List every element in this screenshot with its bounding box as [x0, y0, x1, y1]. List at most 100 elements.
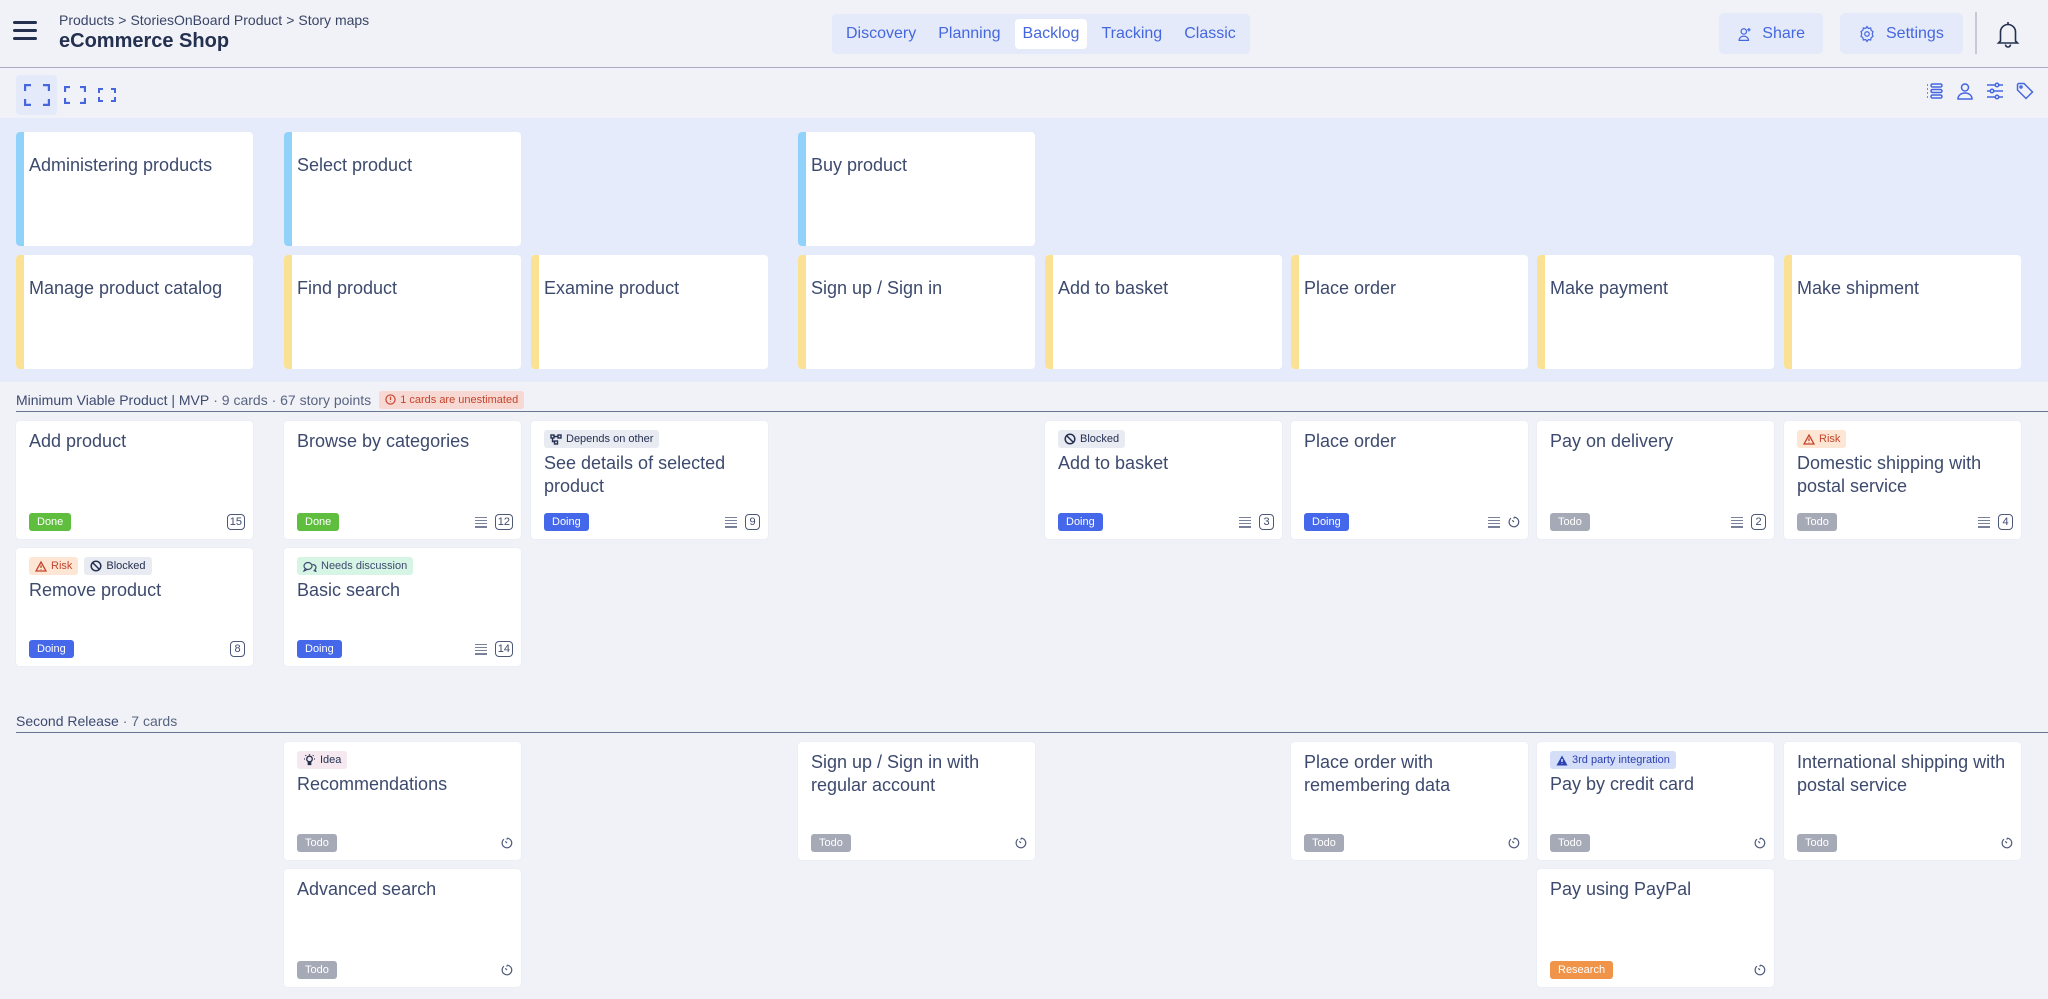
- story-card[interactable]: Risk Blocked Remove product Doing 8: [16, 548, 253, 666]
- hamburger-menu-icon[interactable]: [13, 21, 37, 43]
- tab-classic[interactable]: Classic: [1176, 19, 1244, 49]
- estimate-timer-icon[interactable]: [1508, 837, 1520, 849]
- lightbulb-icon: [303, 754, 316, 766]
- view-options: [1926, 82, 2034, 100]
- breadcrumb-product[interactable]: StoriesOnBoard Product: [130, 12, 282, 28]
- breadcrumb-products[interactable]: Products: [59, 12, 114, 28]
- story-points[interactable]: 12: [494, 514, 513, 530]
- story-points[interactable]: 4: [1998, 514, 2013, 530]
- status-badge[interactable]: Doing: [1058, 513, 1103, 531]
- bell-icon[interactable]: [1995, 20, 2021, 48]
- story-card[interactable]: Sign up / Sign in with regular account To…: [798, 742, 1035, 860]
- step-title: Manage product catalog: [29, 278, 223, 298]
- story-card[interactable]: Advanced search Todo: [284, 869, 521, 987]
- step-card[interactable]: Find product: [284, 255, 521, 369]
- story-card[interactable]: Risk Domestic shipping with postal servic…: [1784, 421, 2021, 539]
- status-badge[interactable]: Research: [1550, 961, 1614, 979]
- person-icon[interactable]: [1956, 82, 1974, 100]
- card-footer-icons: 12: [474, 513, 513, 531]
- status-badge[interactable]: Todo: [1304, 834, 1344, 852]
- story-card[interactable]: Place order with remembering data Todo: [1291, 742, 1528, 860]
- tab-planning[interactable]: Planning: [930, 19, 1008, 49]
- tag-idea[interactable]: Idea: [297, 751, 348, 769]
- status-badge[interactable]: Todo: [1797, 834, 1837, 852]
- status-badge[interactable]: Doing: [29, 640, 74, 658]
- story-points[interactable]: 2: [1751, 514, 1766, 530]
- step-card[interactable]: Make shipment: [1784, 255, 2021, 369]
- card-title: International shipping with postal servi…: [1797, 752, 2006, 795]
- story-points[interactable]: 9: [745, 514, 760, 530]
- story-card[interactable]: International shipping with postal servi…: [1784, 742, 2021, 860]
- status-badge[interactable]: Todo: [1797, 513, 1837, 531]
- estimate-timer-icon[interactable]: [2001, 837, 2013, 849]
- estimate-timer-icon[interactable]: [1508, 516, 1520, 528]
- estimate-timer-icon[interactable]: [501, 964, 513, 976]
- tab-discovery[interactable]: Discovery: [838, 19, 924, 49]
- status-badge[interactable]: Todo: [297, 834, 337, 852]
- sliders-icon[interactable]: [1986, 82, 2004, 100]
- zoom-medium-button[interactable]: [60, 75, 90, 115]
- release-meta: · 9 cards · 67 story points: [213, 391, 372, 408]
- story-card[interactable]: Place order Doing: [1291, 421, 1528, 539]
- story-card[interactable]: 3rd party integration Pay by credit card T…: [1537, 742, 1774, 860]
- tag-risk[interactable]: Risk: [29, 557, 79, 575]
- tag-label: Needs discussion: [321, 560, 408, 572]
- release-header[interactable]: Second Release · 7 cards: [16, 709, 2048, 733]
- step-card[interactable]: Place order: [1291, 255, 1528, 369]
- tag-risk[interactable]: Risk: [1797, 430, 1847, 448]
- story-card[interactable]: Depends on other See details of selected …: [531, 421, 768, 539]
- story-points[interactable]: 14: [494, 641, 513, 657]
- tag-disc[interactable]: Needs discussion: [297, 557, 414, 575]
- tab-backlog[interactable]: Backlog: [1014, 19, 1088, 49]
- status-badge[interactable]: Done: [29, 513, 72, 531]
- story-card[interactable]: Blocked Add to basket Doing 3: [1045, 421, 1282, 539]
- tag-icon[interactable]: [2016, 82, 2034, 100]
- story-points[interactable]: 8: [230, 641, 245, 657]
- estimate-timer-icon[interactable]: [501, 837, 513, 849]
- tag-third[interactable]: 3rd party integration: [1550, 751, 1676, 769]
- activity-card[interactable]: Select product: [284, 132, 521, 246]
- step-card[interactable]: Sign up / Sign in: [798, 255, 1035, 369]
- card-tags: Idea: [297, 751, 348, 769]
- card-footer-icons: 9: [725, 513, 760, 531]
- story-card[interactable]: Pay on delivery Todo 2: [1537, 421, 1774, 539]
- estimate-timer-icon[interactable]: [1754, 964, 1766, 976]
- story-card[interactable]: Pay using PayPal Research: [1537, 869, 1774, 987]
- activity-card[interactable]: Buy product: [798, 132, 1035, 246]
- card-title: Place order: [1304, 431, 1397, 451]
- status-badge[interactable]: Todo: [811, 834, 851, 852]
- release-header[interactable]: Minimum Viable Product | MVP · 9 cards · …: [16, 388, 2048, 412]
- card-footer-icons: 2: [1731, 513, 1766, 531]
- settings-button[interactable]: Settings: [1840, 13, 1963, 54]
- status-badge[interactable]: Doing: [1304, 513, 1349, 531]
- tag-blocked[interactable]: Blocked: [84, 557, 152, 575]
- status-badge[interactable]: Todo: [1550, 834, 1590, 852]
- status-badge[interactable]: Doing: [297, 640, 342, 658]
- estimate-timer-icon[interactable]: [1015, 837, 1027, 849]
- breadcrumb-story-maps[interactable]: Story maps: [298, 12, 369, 28]
- step-card[interactable]: Examine product: [531, 255, 768, 369]
- header-divider: [1975, 12, 1977, 54]
- zoom-large-button[interactable]: [16, 75, 57, 115]
- share-button[interactable]: Share: [1719, 13, 1823, 54]
- story-points[interactable]: 15: [226, 514, 245, 530]
- story-card[interactable]: Browse by categories Done 12: [284, 421, 521, 539]
- activity-card[interactable]: Administering products: [16, 132, 253, 246]
- list-view-icon[interactable]: [1926, 82, 1944, 100]
- story-card[interactable]: Add product Done 15: [16, 421, 253, 539]
- tab-tracking[interactable]: Tracking: [1093, 19, 1170, 49]
- tag-blocked[interactable]: Blocked: [1058, 430, 1126, 448]
- status-badge[interactable]: Done: [297, 513, 340, 531]
- estimate-timer-icon[interactable]: [1754, 837, 1766, 849]
- status-badge[interactable]: Todo: [1550, 513, 1590, 531]
- zoom-small-button[interactable]: [94, 75, 120, 115]
- story-card[interactable]: Idea Recommendations Todo: [284, 742, 521, 860]
- story-card[interactable]: Needs discussion Basic search Doing 14: [284, 548, 521, 666]
- status-badge[interactable]: Doing: [544, 513, 589, 531]
- step-card[interactable]: Manage product catalog: [16, 255, 253, 369]
- step-card[interactable]: Add to basket: [1045, 255, 1282, 369]
- status-badge[interactable]: Todo: [297, 961, 337, 979]
- tag-dep[interactable]: Depends on other: [544, 430, 660, 448]
- story-points[interactable]: 3: [1259, 514, 1274, 530]
- step-card[interactable]: Make payment: [1537, 255, 1774, 369]
